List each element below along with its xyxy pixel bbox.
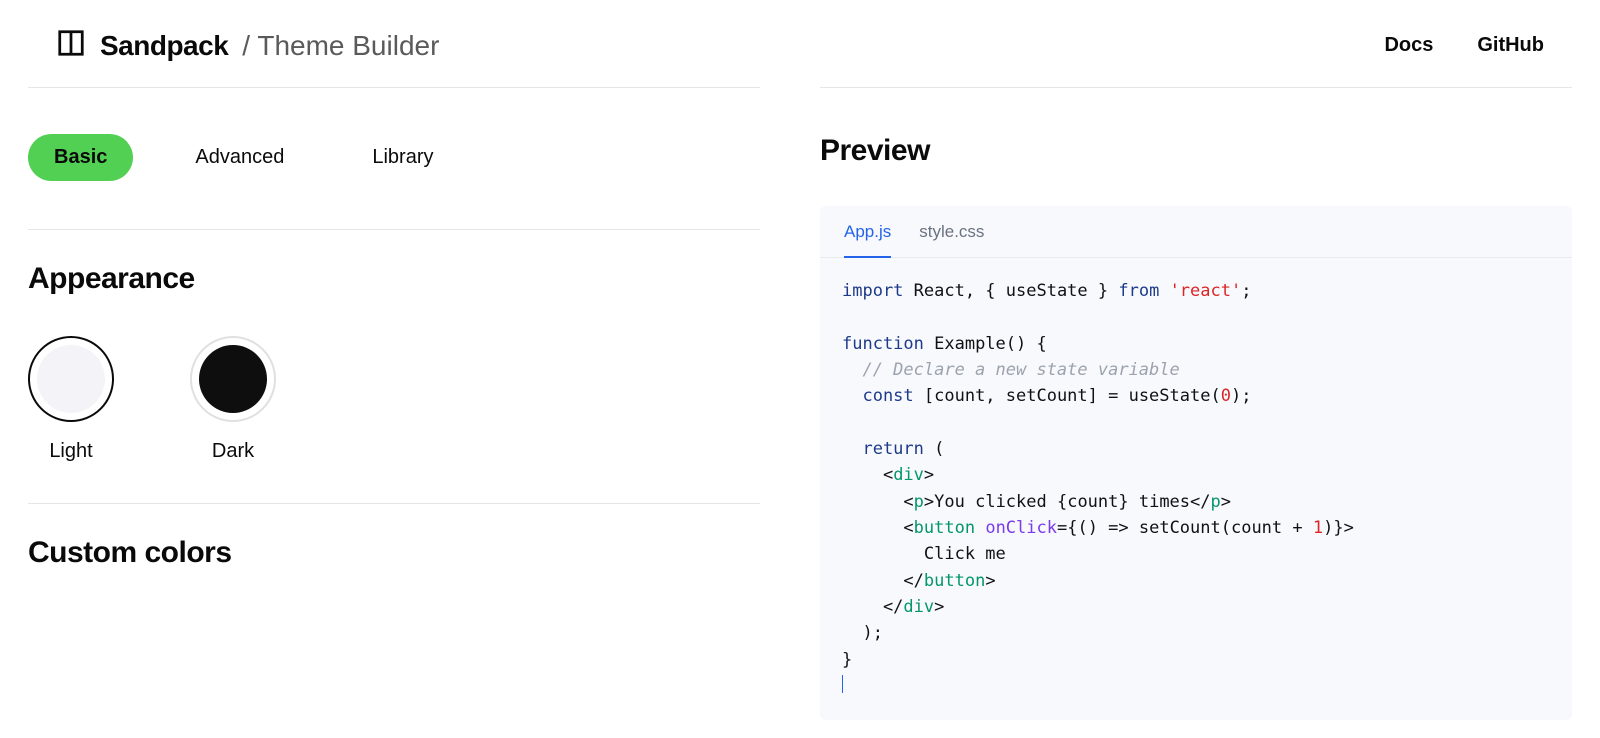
tab-advanced[interactable]: Advanced	[169, 134, 310, 181]
tab-library[interactable]: Library	[346, 134, 459, 181]
tok: >	[934, 597, 944, 617]
tok: <	[842, 465, 893, 485]
tok: p	[1211, 492, 1221, 512]
brand-name: Sandpack	[100, 30, 228, 62]
swatch-fill	[37, 345, 105, 413]
tok: )}>	[1323, 518, 1354, 538]
section-heading-custom-colors: Custom colors	[28, 504, 760, 594]
appearance-option-dark[interactable]: Dark	[190, 336, 276, 463]
brand: Sandpack / Theme Builder	[56, 28, 439, 63]
tok: onClick	[985, 518, 1057, 538]
section-heading-appearance: Appearance	[28, 230, 760, 320]
tok: div	[903, 597, 934, 617]
tok: 'react'	[1170, 281, 1242, 301]
nav-link-docs[interactable]: Docs	[1384, 34, 1433, 57]
tok: ={() => setCount(count +	[1057, 518, 1313, 538]
tok: );	[1231, 386, 1251, 406]
code-area[interactable]: import React, { useState } from 'react';…	[820, 258, 1572, 720]
tok	[975, 518, 985, 538]
tok: >	[1221, 492, 1231, 512]
tok: button	[914, 518, 975, 538]
tok: (	[924, 439, 944, 459]
tok: button	[924, 571, 985, 591]
file-tab-style[interactable]: style.css	[919, 222, 984, 257]
text-cursor-icon	[842, 675, 843, 693]
tok: function	[842, 334, 924, 354]
code-editor: App.js style.css import React, { useStat…	[820, 206, 1572, 720]
tok: 0	[1221, 386, 1231, 406]
tok: >	[924, 492, 934, 512]
tok: React, { useState }	[903, 281, 1118, 301]
tok: </	[842, 597, 903, 617]
swatch-ring-icon	[28, 336, 114, 422]
swatch-label: Light	[49, 440, 92, 463]
tok: <	[842, 492, 914, 512]
swatch-ring-icon	[190, 336, 276, 422]
nav-link-github[interactable]: GitHub	[1477, 34, 1544, 57]
tok: >	[985, 571, 995, 591]
file-tabs: App.js style.css	[820, 206, 1572, 258]
tok: </	[1190, 492, 1210, 512]
tok: div	[893, 465, 924, 485]
appearance-option-light[interactable]: Light	[28, 336, 114, 463]
tok: p	[914, 492, 924, 512]
top-nav: Docs GitHub	[1384, 34, 1544, 57]
tok: import	[842, 281, 903, 301]
appearance-swatches: Light Dark	[28, 320, 760, 503]
swatch-fill	[199, 345, 267, 413]
swatch-label: Dark	[212, 440, 254, 463]
tok: <	[842, 518, 914, 538]
tok: 1	[1313, 518, 1323, 538]
tok: );	[842, 623, 883, 643]
app-header: Sandpack / Theme Builder Docs GitHub	[0, 0, 1600, 87]
tok: from	[1118, 281, 1159, 301]
tok: const	[842, 386, 914, 406]
tok: [count, setCount] = useState(	[914, 386, 1221, 406]
tok: ;	[1241, 281, 1251, 301]
brand-subtitle: / Theme Builder	[242, 30, 439, 62]
file-tab-app[interactable]: App.js	[844, 222, 891, 258]
tok: }	[842, 650, 852, 670]
tok: </	[842, 571, 924, 591]
mode-tabs: Basic Advanced Library	[28, 88, 760, 229]
tok: You clicked {count} times	[934, 492, 1190, 512]
tok: Example() {	[924, 334, 1047, 354]
sandpack-logo-icon	[56, 28, 86, 63]
tok: return	[842, 439, 924, 459]
preview-heading: Preview	[820, 88, 1572, 206]
tok: Click me	[842, 544, 1006, 564]
tok: // Declare a new state variable	[842, 360, 1180, 380]
tok: >	[924, 465, 934, 485]
tab-basic[interactable]: Basic	[28, 134, 133, 181]
